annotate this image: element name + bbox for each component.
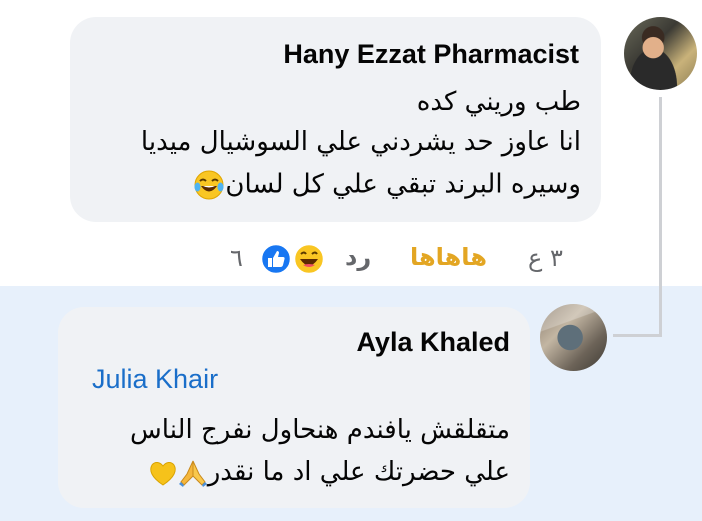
comment-author[interactable]: Hany Ezzat Pharmacist [283,39,579,70]
comment-text-line: وسيره البرند تبقي علي كل لسان [187,169,581,201]
timestamp[interactable]: ٣ ع [528,244,563,272]
comment-text-line-content: علي حضرتك علي اد ما نقدر [207,457,510,487]
comment-text-line: طب وريني كده [416,87,581,117]
reply-button[interactable]: رد [345,243,371,271]
haha-emoji-icon [292,242,326,276]
reply-bubble: Ayla Khaled Julia Khair متقلقش يافندم هن… [58,307,530,508]
folded-hands-emoji-icon [178,460,207,487]
avatar[interactable] [624,17,697,90]
avatar[interactable] [540,304,607,371]
comment-text-line: علي حضرتك علي اد ما نقدر [148,457,510,488]
yellow-heart-emoji-icon [150,461,176,486]
comment-text-line: متقلقش يافندم هنحاول نفرج الناس [130,415,510,445]
mention-link[interactable]: Julia Khair [92,364,218,395]
laughing-tears-emoji-icon [194,170,224,200]
comment-bubble: Hany Ezzat Pharmacist طب وريني كده انا ع… [70,17,601,222]
comment-author[interactable]: Ayla Khaled [356,327,510,358]
reaction-count[interactable]: ٦ [230,244,243,272]
like-icon [259,242,293,276]
thread-connector-vertical [659,97,662,337]
haha-reaction-button[interactable]: هاهاها [410,243,487,271]
comment-text-line-content: وسيره البرند تبقي علي كل لسان [225,169,581,200]
thread-connector-horizontal [613,334,662,337]
comment-text-line: انا عاوز حد يشردني علي السوشيال ميديا [140,127,581,157]
reaction-summary[interactable] [256,242,328,276]
